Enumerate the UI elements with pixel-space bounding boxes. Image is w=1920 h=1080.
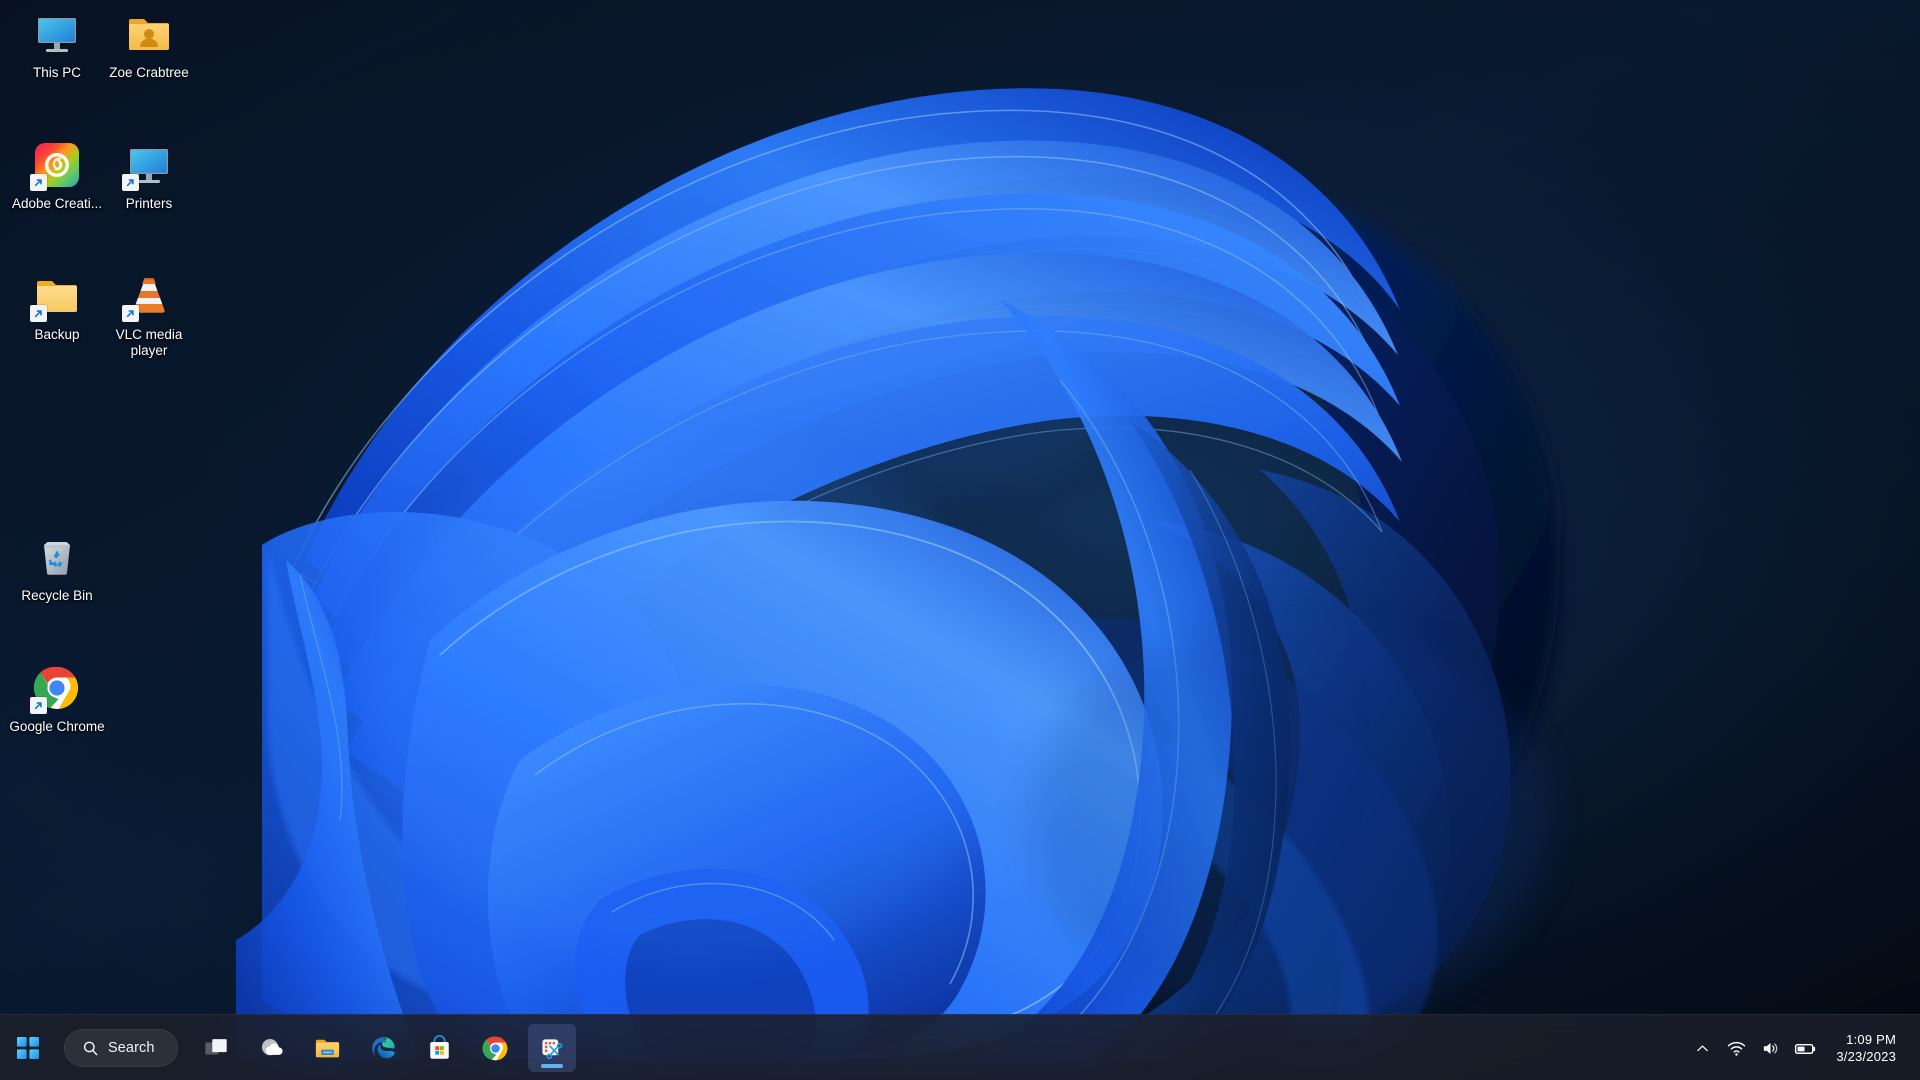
desktop-icon-label: Google Chrome [9, 719, 105, 734]
system-tray: 1:09 PM 3/23/2023 [1685, 1015, 1920, 1080]
taskbar-app-google-chrome[interactable] [472, 1024, 520, 1072]
monitor-icon [122, 141, 173, 191]
user-folder-icon [125, 10, 173, 58]
start-button[interactable] [4, 1024, 52, 1072]
monitor-icon [33, 10, 81, 58]
speaker-icon [1763, 1042, 1778, 1054]
network-button[interactable] [1719, 1025, 1753, 1071]
active-app-indicator [540, 1064, 563, 1068]
desktop-icon-backup[interactable]: Backup [8, 272, 106, 343]
desktop-icon-google-chrome[interactable]: Google Chrome [8, 664, 106, 735]
desktop-icon-zoe-crabtree[interactable]: Zoe Crabtree [100, 10, 198, 81]
taskbar[interactable]: Search 1:09 PM 3/23/2023 [0, 1014, 1920, 1080]
chrome-icon [482, 1036, 508, 1060]
chevron-up-icon [1697, 1044, 1708, 1051]
desktop-icon-recycle-bin[interactable]: Recycle Bin [8, 533, 106, 604]
desktop-icon-label: Recycle Bin [21, 588, 93, 603]
desktop-icon-grid: This PC Zoe Crabtree Adobe Creati... Pri… [0, 0, 260, 1010]
desktop-icon-label: Backup [34, 327, 80, 342]
battery-icon [1795, 1043, 1816, 1054]
windows-logo-icon [17, 1037, 39, 1059]
weather-widget-icon [262, 1038, 283, 1055]
taskbar-app-file-explorer[interactable] [304, 1024, 352, 1072]
show-hidden-icons-button[interactable] [1685, 1025, 1719, 1071]
clock[interactable]: 1:09 PM 3/23/2023 [1824, 1025, 1906, 1071]
taskbar-app-microsoft-edge[interactable] [360, 1024, 408, 1072]
adobe-cc-icon [30, 141, 81, 191]
desktop-icon-label: Printers [125, 196, 173, 211]
wifi-icon [1727, 1041, 1746, 1056]
taskbar-left-cluster: Search [0, 1015, 580, 1080]
desktop-icon-label: VLC media player [115, 327, 183, 358]
search-label: Search [108, 1040, 155, 1056]
desktop-icon-adobe-creative-cloud[interactable]: Adobe Creati... [8, 141, 106, 212]
volume-button[interactable] [1753, 1025, 1787, 1071]
search-box[interactable]: Search [64, 1029, 178, 1067]
clock-date: 3/23/2023 [1836, 1049, 1896, 1064]
vlc-cone-icon [122, 272, 173, 322]
store-bag-icon [430, 1034, 449, 1059]
desktop-icon-label: Zoe Crabtree [109, 65, 189, 80]
battery-button[interactable] [1787, 1025, 1824, 1071]
taskbar-app-microsoft-store[interactable] [416, 1024, 464, 1072]
desktop[interactable]: This PC Zoe Crabtree Adobe Creati... Pri… [0, 0, 1920, 1080]
desktop-icon-label: This PC [32, 65, 81, 80]
clock-time: 1:09 PM [1846, 1032, 1896, 1047]
taskbar-app-task-view[interactable] [192, 1024, 240, 1072]
shortcut-arrow-icon [122, 305, 139, 322]
task-view-icon [204, 1039, 227, 1055]
recycle-bin-icon [33, 533, 81, 581]
chrome-icon [30, 664, 81, 714]
taskbar-app-widgets[interactable] [248, 1024, 296, 1072]
shortcut-arrow-icon [30, 305, 47, 322]
shortcut-arrow-icon [30, 697, 47, 714]
desktop-icon-vlc-media-player[interactable]: VLC media player [100, 272, 198, 358]
desktop-icon-this-pc[interactable]: This PC [8, 10, 106, 81]
snipping-tool-icon [542, 1038, 563, 1059]
desktop-wallpaper [0, 0, 1920, 1080]
search-icon [83, 1041, 98, 1055]
desktop-icon-printers[interactable]: Printers [100, 141, 198, 212]
shortcut-arrow-icon [122, 174, 139, 191]
taskbar-app-snipping-tool[interactable] [527, 1024, 576, 1072]
edge-icon [372, 1036, 395, 1058]
folder-icon [30, 272, 81, 322]
shortcut-arrow-icon [30, 174, 47, 191]
folder-icon [315, 1039, 340, 1057]
desktop-icon-label: Adobe Creati... [11, 196, 103, 211]
